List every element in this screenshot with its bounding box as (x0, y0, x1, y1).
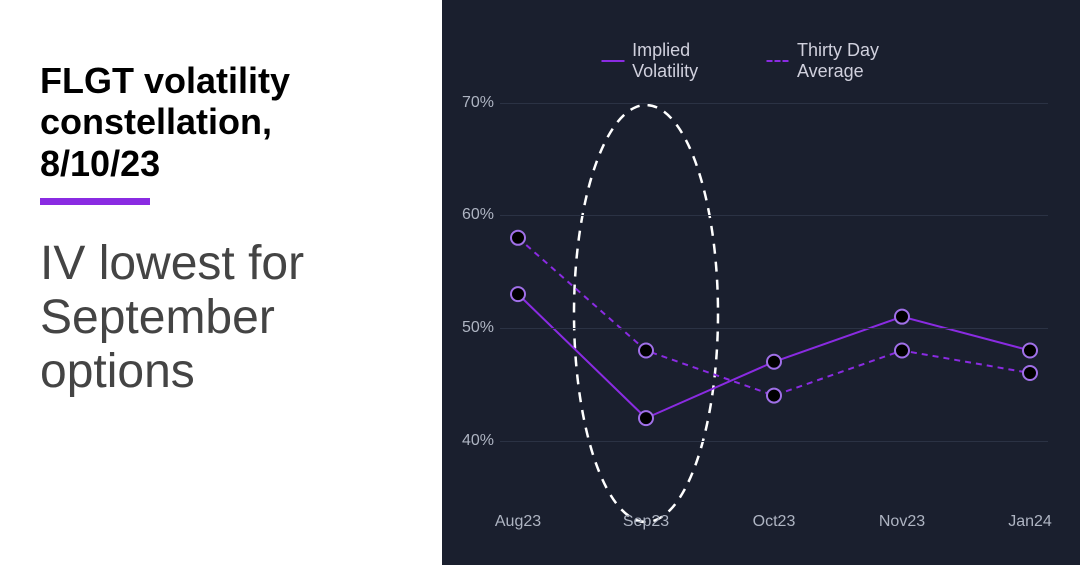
legend-line-dashed-icon (766, 60, 789, 62)
y-tick: 60% (450, 206, 494, 224)
x-tick: Sep23 (623, 513, 669, 531)
y-tick: 50% (450, 319, 494, 337)
chart-panel: Implied Volatility Thirty Day Average 70… (442, 0, 1080, 565)
page-subtitle: IV lowest for September options (40, 237, 402, 398)
legend: Implied Volatility Thirty Day Average (602, 40, 921, 82)
legend-label-a: Implied Volatility (632, 40, 736, 82)
accent-divider (40, 198, 150, 205)
y-tick: 40% (450, 432, 494, 450)
legend-item-implied-volatility: Implied Volatility (602, 40, 737, 82)
page-title: FLGT volatility constellation, 8/10/23 (40, 60, 402, 184)
left-panel: FLGT volatility constellation, 8/10/23 I… (0, 0, 442, 565)
x-tick: Oct23 (753, 513, 796, 531)
legend-line-solid-icon (602, 60, 625, 62)
chart-area: 70%60%50%40%Aug23Sep23Oct23Nov23Jan24 (500, 80, 1048, 497)
legend-item-thirty-day-average: Thirty Day Average (766, 40, 920, 82)
y-tick: 70% (450, 94, 494, 112)
chart-plot (500, 80, 1048, 497)
x-tick: Nov23 (879, 513, 925, 531)
x-tick: Aug23 (495, 513, 541, 531)
legend-label-b: Thirty Day Average (797, 40, 921, 82)
x-tick: Jan24 (1008, 513, 1052, 531)
